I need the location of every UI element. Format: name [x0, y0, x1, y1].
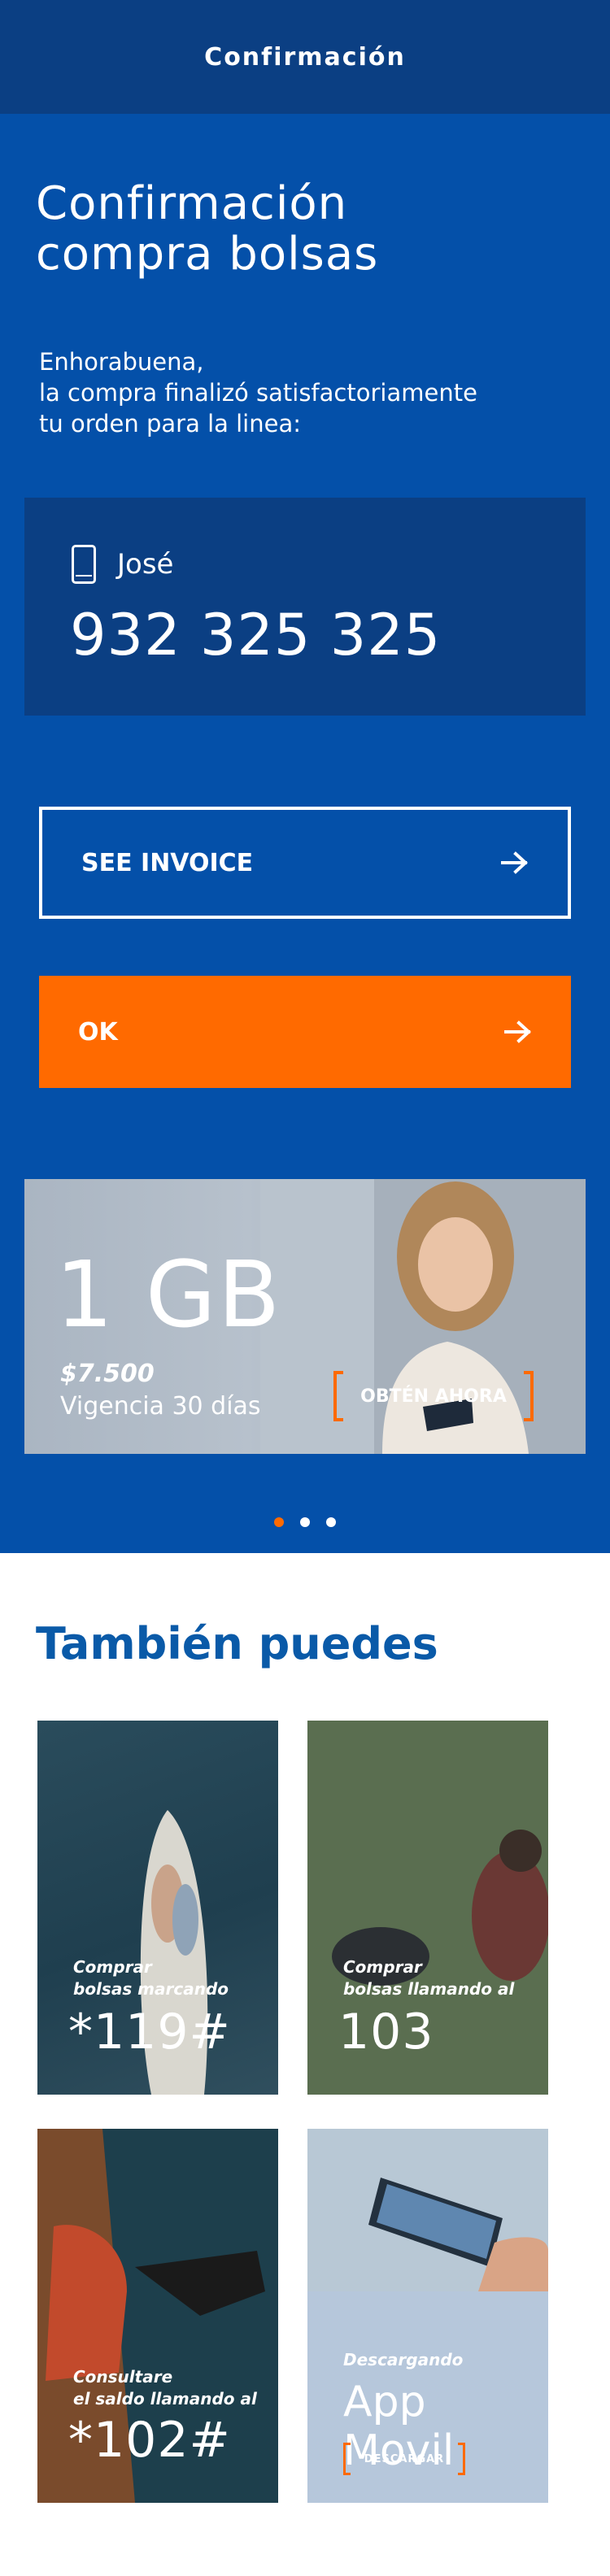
tile-3-line-2: el saldo llamando al — [73, 2389, 257, 2408]
tile-buy-by-call[interactable]: Comprar bolsas llamando al 103 — [307, 1721, 548, 2095]
tile-1-line-2: bolsas marcando — [73, 1979, 229, 1999]
ok-button[interactable]: OK — [39, 976, 571, 1088]
arrow-right-icon — [501, 851, 529, 874]
get-now-label: OBTÉN AHORA — [360, 1386, 507, 1407]
intro-line-1: Enhorabuena, — [39, 348, 204, 376]
heading-line-2: compra bolsas — [36, 228, 379, 281]
carousel-dots — [0, 1517, 610, 1527]
tile-2-code: 103 — [338, 2004, 434, 2060]
intro-line-3: tu orden para la linea: — [39, 410, 301, 437]
app-tile-subtitle: Descargando — [343, 2350, 464, 2369]
line-owner-name: José — [117, 548, 174, 581]
tile-download-app[interactable]: Descargando App Movil DESCARGAR — [307, 2129, 548, 2503]
see-invoice-label: SEE INVOICE — [81, 848, 254, 877]
tile-1-line-1: Comprar — [73, 1957, 152, 1977]
carousel-dot-3[interactable] — [326, 1517, 336, 1527]
tile-3-line-1: Consultare — [73, 2367, 173, 2387]
hand-phone-photo — [307, 2129, 548, 2291]
promo-price: $7.500 — [60, 1360, 155, 1388]
line-phone-number: 932 325 325 — [70, 602, 442, 668]
tile-2-line-2: bolsas llamando al — [343, 1979, 515, 1999]
tile-check-balance[interactable]: Consultare el saldo llamando al *102# — [37, 2129, 278, 2503]
see-invoice-button[interactable]: SEE INVOICE — [39, 807, 571, 919]
top-bar: Confirmación — [0, 0, 610, 114]
carousel-dot-2[interactable] — [300, 1517, 310, 1527]
get-now-button[interactable]: OBTÉN AHORA — [333, 1371, 534, 1421]
bracket-right — [458, 2443, 465, 2475]
bracket-left — [333, 1371, 343, 1421]
download-label: DESCARGAR — [364, 2452, 445, 2465]
promo-data-amount: 1 GB — [55, 1242, 282, 1348]
tile-2-subtitle: Comprar bolsas llamando al — [343, 1956, 514, 2000]
confirmation-page: Confirmación Confirmación compra bolsas … — [0, 0, 610, 2576]
tile-1-code: *119# — [68, 2004, 231, 2060]
confirmation-heading: Confirmación compra bolsas — [36, 179, 378, 280]
tile-3-subtitle: Consultare el saldo llamando al — [73, 2366, 257, 2410]
tile-3-code: *102# — [68, 2412, 231, 2469]
carousel-dot-1[interactable] — [274, 1517, 284, 1527]
promo-banner[interactable]: 1 GB $7.500 Vigencia 30 días OBTÉN AHORA — [24, 1179, 586, 1454]
heading-line-1: Confirmación — [36, 177, 348, 230]
tile-buy-by-dial[interactable]: Comprar bolsas marcando *119# — [37, 1721, 278, 2095]
bracket-right — [524, 1371, 534, 1421]
arrow-right-icon — [504, 1020, 532, 1043]
download-button[interactable]: DESCARGAR — [343, 2443, 465, 2475]
also-heading: También puedes — [36, 1618, 438, 1669]
page-title: Confirmación — [204, 42, 406, 72]
line-card: José 932 325 325 — [24, 498, 586, 716]
intro-line-2: la compra finalizó satisfactoriamente — [39, 379, 477, 407]
confirmation-message: Enhorabuena, la compra finalizó satisfac… — [39, 346, 477, 439]
ok-label: OK — [78, 1017, 118, 1046]
tile-2-line-1: Comprar — [343, 1957, 422, 1977]
tile-1-subtitle: Comprar bolsas marcando — [73, 1956, 229, 2000]
phone-icon — [72, 545, 96, 584]
promo-validity: Vigencia 30 días — [60, 1392, 261, 1421]
confirmation-section: Confirmación compra bolsas Enhorabuena, … — [0, 114, 610, 1553]
bracket-left — [343, 2443, 351, 2475]
